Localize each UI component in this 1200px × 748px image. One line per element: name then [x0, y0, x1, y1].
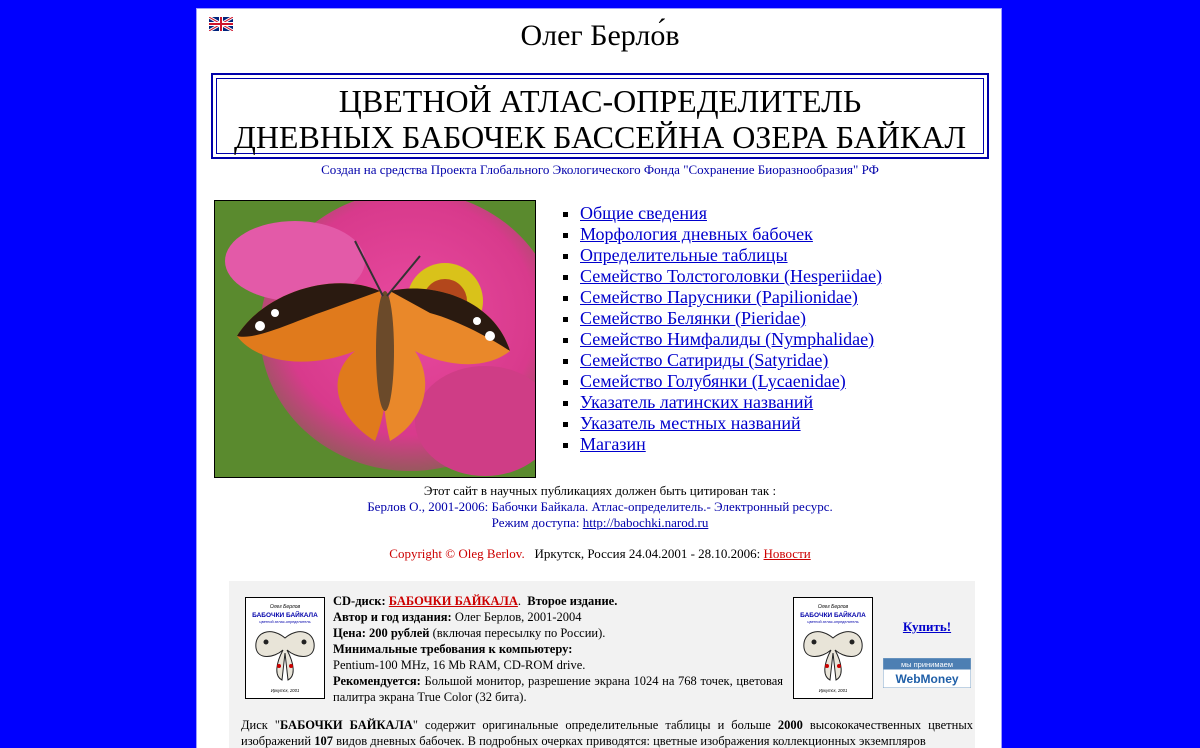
nav-link-keys[interactable]: Определительные таблицы — [580, 245, 788, 265]
nav-item: Морфология дневных бабочек — [580, 224, 882, 245]
nav-item: Семейство Белянки (Pieridae) — [580, 308, 882, 329]
nav-link-pieridae[interactable]: Семейство Белянки (Pieridae) — [580, 308, 806, 328]
cd-price-note: (включая пересылку по России). — [432, 626, 606, 640]
site-title-box: ЦВЕТНОЙ АТЛАС-ОПРЕДЕЛИТЕЛЬ ДНЕВНЫХ БАБОЧ… — [211, 73, 989, 159]
cd-price-value: 200 рублей — [369, 626, 430, 640]
cd-cover-city-text: Иркутск, 2001 — [271, 688, 300, 693]
nav-link-morphology[interactable]: Морфология дневных бабочек — [580, 224, 813, 244]
cd-description: CD-диск: БАБОЧКИ БАЙКАЛА. Второе издание… — [333, 593, 783, 705]
cd-cover-subtitle-text: цветной атлас-определитель — [807, 620, 858, 624]
nav-link-shop[interactable]: Магазин — [580, 434, 646, 454]
butterfly-photo — [214, 200, 536, 478]
webmoney-badge-icon[interactable]: мы принимаем WebMoney — [883, 658, 971, 688]
cd-recommended-line: Рекомендуется: Большой монитор, разрешен… — [333, 673, 783, 705]
nav-item: Семейство Толстоголовки (Hesperiidae) — [580, 266, 882, 287]
main-navigation: Общие сведения Морфология дневных бабоче… — [562, 203, 882, 455]
cd-author-label: Автор и год издания: — [333, 610, 452, 624]
cd-title-line: CD-диск: БАБОЧКИ БАЙКАЛА. Второе издание… — [333, 594, 618, 608]
buy-link[interactable]: Купить! — [903, 619, 951, 634]
citation-url-link[interactable]: http://babochki.narod.ru — [583, 515, 709, 530]
place-dates: Иркутск, Россия 24.04.2001 - 28.10.2006: — [534, 546, 761, 561]
nav-link-satyridae[interactable]: Семейство Сатириды (Satyridae) — [580, 350, 828, 370]
author-name: Олег Берло́в — [520, 19, 680, 52]
citation-access-label: Режим доступа: — [491, 515, 583, 530]
citation-block: Этот сайт в научных публикациях должен б… — [197, 483, 1001, 531]
nav-item: Семейство Парусники (Papilionidae) — [580, 287, 882, 308]
cd-cover-title-text: БАБОЧКИ БАЙКАЛА — [252, 610, 318, 619]
nav-link-lycaenidae[interactable]: Семейство Голубянки (Lycaenidae) — [580, 371, 846, 391]
cd-edition: Второе издание. — [527, 594, 618, 608]
cd-author-line: Автор и год издания: Олег Берлов, 2001-2… — [333, 609, 783, 625]
nav-link-papilionidae[interactable]: Семейство Парусники (Papilionidae) — [580, 287, 858, 307]
cd-cover-left[interactable]: Олег Берлов БАБОЧКИ БАЙКАЛА цветной атла… — [245, 597, 325, 699]
cd-requirements-value: Pentium-100 MHz, 16 Mb RAM, CD-ROM drive… — [333, 658, 586, 672]
cd-requirements-label: Минимальные требования к компьютеру: — [333, 642, 573, 656]
cd-cover-title-text: БАБОЧКИ БАЙКАЛА — [800, 610, 866, 619]
cd-long-description: Диск "БАБОЧКИ БАЙКАЛА" содержит оригинал… — [241, 718, 973, 748]
webmoney-brand-text: WebMoney — [895, 672, 958, 686]
nav-item: Указатель местных названий — [580, 413, 882, 434]
webmoney-top-text: мы принимаем — [901, 660, 953, 669]
cd-title-link[interactable]: БАБОЧКИ БАЙКАЛА — [389, 594, 518, 608]
nav-item: Семейство Нимфалиды (Nymphalidae) — [580, 329, 882, 350]
cd-label: CD-диск: — [333, 594, 386, 608]
nav-item: Магазин — [580, 434, 882, 455]
copyright-text: Copyright © Oleg Berlov. — [389, 546, 525, 561]
nav-item: Общие сведения — [580, 203, 882, 224]
cd-cover-subtitle-text: цветной атлас-определитель — [259, 620, 310, 624]
nav-link-general-info[interactable]: Общие сведения — [580, 203, 707, 223]
cd-cover-author-text: Олег Берлов — [270, 604, 301, 610]
nav-link-nymphalidae[interactable]: Семейство Нимфалиды (Nymphalidae) — [580, 329, 874, 349]
site-title-line-1: ЦВЕТНОЙ АТЛАС-ОПРЕДЕЛИТЕЛЬ — [338, 83, 862, 119]
cd-shop-panel: Олег Берлов БАБОЧКИ БАЙКАЛА цветной атла… — [229, 581, 975, 748]
citation-access: Режим доступа: http://babochki.narod.ru — [197, 515, 1001, 531]
cd-author-value: Олег Берлов, 2001-2004 — [454, 610, 582, 624]
page-container: Олег Берло́в ЦВЕТНОЙ АТЛАС-ОПРЕДЕЛИТЕЛЬ … — [196, 8, 1002, 748]
buy-block: Купить! — [881, 619, 973, 635]
cd-cover-city-text: Иркутск, 2001 — [819, 688, 848, 693]
site-title: ЦВЕТНОЙ АТЛАС-ОПРЕДЕЛИТЕЛЬ ДНЕВНЫХ БАБОЧ… — [216, 78, 984, 155]
citation-intro: Этот сайт в научных публикациях должен б… — [423, 483, 777, 498]
cd-price-line: Цена: 200 рублей (включая пересылку по Р… — [333, 625, 783, 641]
nav-item: Определительные таблицы — [580, 245, 882, 266]
nav-item: Семейство Сатириды (Satyridae) — [580, 350, 882, 371]
nav-link-hesperiidae[interactable]: Семейство Толстоголовки (Hesperiidae) — [580, 266, 882, 286]
copyright-line: Copyright © Oleg Berlov. Иркутск, Россия… — [197, 546, 1001, 562]
cd-recommended-label: Рекомендуется: — [333, 674, 421, 688]
nav-link-local-index[interactable]: Указатель местных названий — [580, 413, 801, 433]
citation-reference: Берлов О., 2001-2006: Бабочки Байкала. А… — [367, 499, 833, 514]
news-link[interactable]: Новости — [764, 546, 811, 561]
nav-item: Указатель латинских названий — [580, 392, 882, 413]
site-title-line-2: ДНЕВНЫХ БАБОЧЕК БАССЕЙНА ОЗЕРА БАЙКАЛ — [233, 119, 967, 155]
funding-note: Создан на средства Проекта Глобального Э… — [321, 162, 879, 177]
nav-item: Семейство Голубянки (Lycaenidae) — [580, 371, 882, 392]
nav-link-latin-index[interactable]: Указатель латинских названий — [580, 392, 813, 412]
cd-price-label: Цена: — [333, 626, 366, 640]
cd-cover-right[interactable]: Олег Берлов БАБОЧКИ БАЙКАЛА цветной атла… — [793, 597, 873, 699]
cd-cover-author-text: Олег Берлов — [818, 604, 849, 610]
